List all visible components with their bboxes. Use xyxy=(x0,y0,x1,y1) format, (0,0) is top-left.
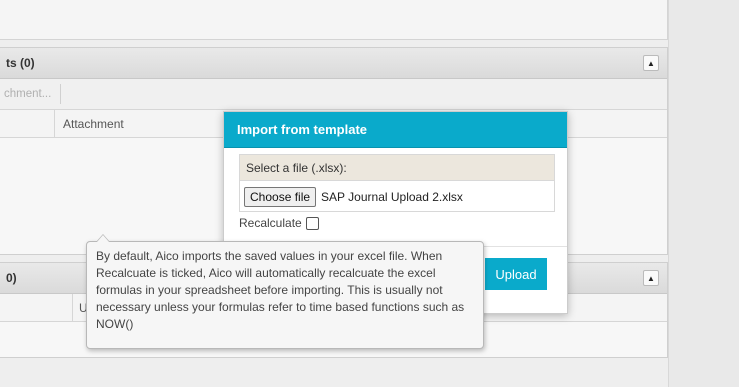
grid-column-blank[interactable] xyxy=(0,294,73,321)
add-attachment-button[interactable]: chment... xyxy=(4,88,51,100)
attachments-toolbar: chment... xyxy=(0,79,667,110)
right-gutter xyxy=(668,0,739,387)
choose-file-button[interactable]: Choose file xyxy=(244,186,317,207)
recalculate-row: Recalculate xyxy=(239,216,319,230)
toolbar-divider xyxy=(60,84,62,104)
grid-column-blank[interactable] xyxy=(0,110,55,137)
recalculate-tooltip: By default, Aico imports the saved value… xyxy=(86,234,484,349)
collapse-up-icon[interactable]: ▲ xyxy=(643,55,659,71)
top-panel xyxy=(0,0,668,40)
recalculate-checkbox[interactable] xyxy=(305,216,319,230)
file-select-box: Select a file (.xlsx): Choose file SAP J… xyxy=(239,154,555,212)
attachments-panel-title: ts (0) xyxy=(6,56,35,70)
upload-button[interactable]: Upload xyxy=(485,258,547,290)
file-select-label: Select a file (.xlsx): xyxy=(240,155,554,181)
second-panel-title: 0) xyxy=(6,271,17,285)
recalculate-label: Recalculate xyxy=(239,216,302,230)
selected-file-name: SAP Journal Upload 2.xlsx xyxy=(321,189,463,204)
file-input-row: Choose file SAP Journal Upload 2.xlsx xyxy=(240,181,554,212)
tooltip-arrow xyxy=(96,234,110,242)
tooltip-text: By default, Aico imports the saved value… xyxy=(96,249,465,331)
grid-column-attachment[interactable]: Attachment xyxy=(55,117,124,131)
collapse-up-icon[interactable]: ▲ xyxy=(643,270,659,286)
dialog-title: Import from template xyxy=(224,112,567,148)
attachments-panel-header[interactable]: ts (0) ▲ xyxy=(0,48,667,79)
